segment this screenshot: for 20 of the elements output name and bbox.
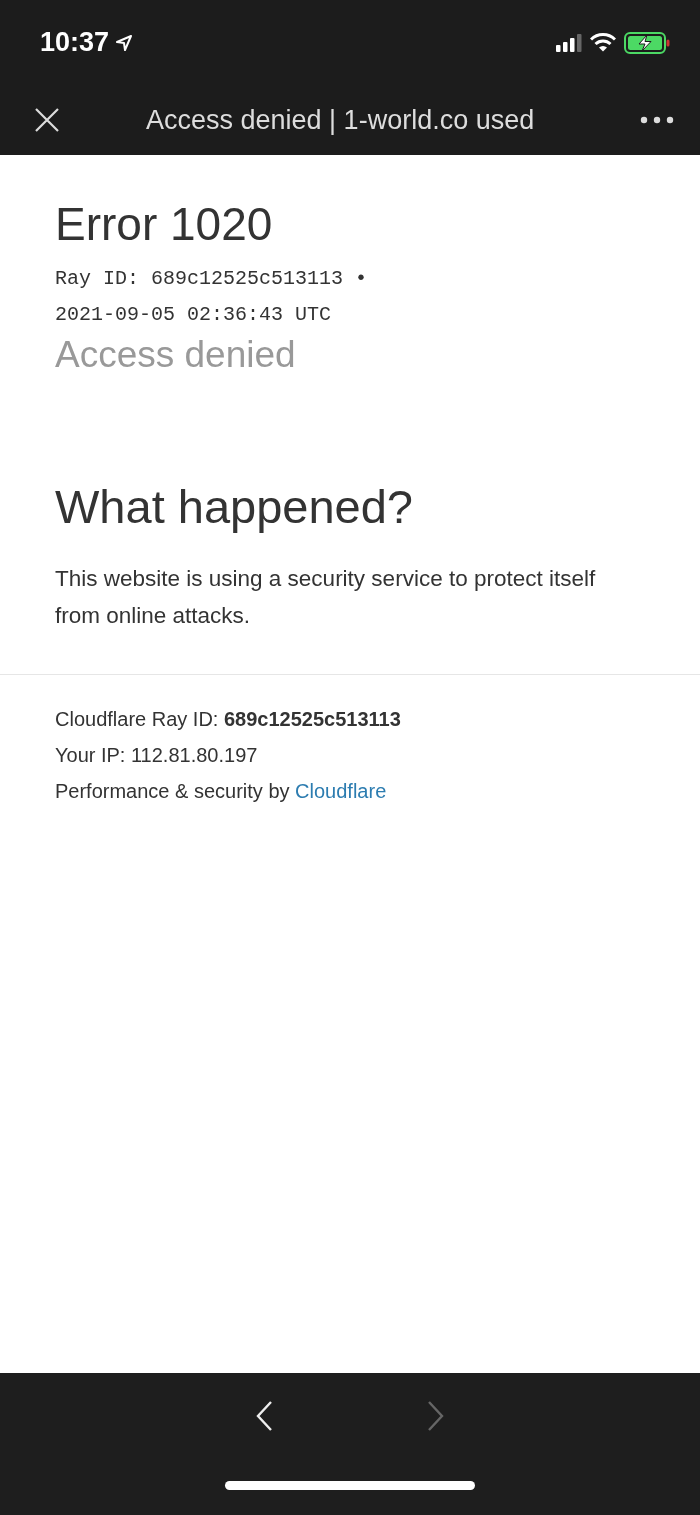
status-time: 10:37 [40,27,110,58]
ip-address-text: Your IP: 112.81.80.197 [55,742,259,768]
timestamp-text: 2021-09-05 02:36:43 UTC [55,301,333,328]
cloudflare-link[interactable]: Cloudflare [295,779,387,802]
performance-text: Performance & security by [55,779,290,802]
page-title: Access denied | 1-world.co used [146,104,536,136]
ray-id-text: Ray ID: 689c12525c513113 • [55,265,369,292]
more-button[interactable] [640,116,674,124]
close-button[interactable] [34,107,60,133]
back-button[interactable] [255,1400,275,1432]
location-arrow-icon [115,33,134,52]
error-title: Error 1020 [55,197,274,252]
explanation-text: This website is using a security service to protect itself from online attacks. [55,564,597,630]
wifi-icon [590,33,616,52]
battery-charging-icon [624,31,670,54]
ray-id-value: 689c12525c513113 [223,707,401,730]
error-subtitle: Access denied [55,332,297,377]
ray-id-label: Cloudflare Ray ID: [55,707,219,730]
section-heading: What happened? [55,479,414,536]
signal-icon [556,33,582,52]
